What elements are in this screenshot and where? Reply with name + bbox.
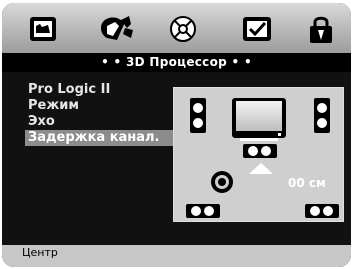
tab-misc[interactable] xyxy=(168,14,198,44)
tab-preferences[interactable] xyxy=(242,14,272,44)
tab-lock[interactable] xyxy=(308,14,334,44)
selection-pointer-icon xyxy=(249,163,273,174)
lock-icon xyxy=(310,16,332,43)
settings-window: • • 3D Процессор • • Pro Logic II Режим … xyxy=(2,3,351,267)
tv-icon xyxy=(232,98,286,138)
menu-item-mode[interactable]: Режим xyxy=(25,98,175,114)
tab-bar xyxy=(2,3,351,53)
main-content: Pro Logic II Режим Эхо Задержка канал. 0… xyxy=(2,72,351,245)
surround-left-speaker-icon[interactable] xyxy=(186,204,220,218)
tab-audio[interactable] xyxy=(97,14,135,44)
disc-icon xyxy=(170,16,196,42)
menu-item-channel-delay[interactable]: Задержка канал. xyxy=(25,130,175,146)
display-icon xyxy=(30,17,56,41)
menu-item-pro-logic[interactable]: Pro Logic II xyxy=(25,82,175,98)
speaker-layout-panel: 00 см xyxy=(173,87,344,222)
center-speaker-icon[interactable] xyxy=(243,144,277,158)
status-text: Центр xyxy=(22,246,58,259)
delay-value: 00 см xyxy=(288,176,326,190)
front-right-speaker-icon[interactable] xyxy=(314,98,330,133)
subwoofer-icon[interactable] xyxy=(211,171,233,193)
speaker-icon xyxy=(101,16,133,40)
tab-display[interactable] xyxy=(27,14,59,44)
surround-right-speaker-icon[interactable] xyxy=(305,204,339,218)
settings-menu: Pro Logic II Режим Эхо Задержка канал. xyxy=(25,82,175,146)
tv-stand xyxy=(240,138,278,141)
checkbox-icon xyxy=(243,17,271,41)
front-left-speaker-icon[interactable] xyxy=(190,98,206,133)
menu-item-echo[interactable]: Эхо xyxy=(25,114,175,130)
page-title: • • 3D Процессор • • xyxy=(2,53,351,72)
